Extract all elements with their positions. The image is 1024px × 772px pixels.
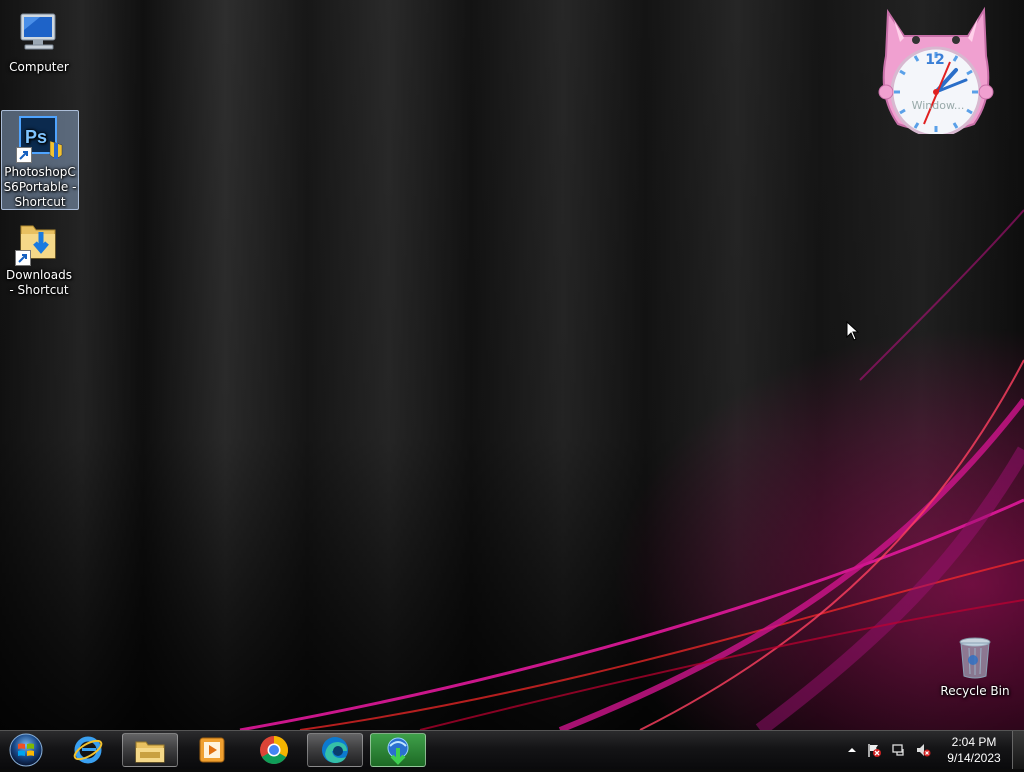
show-desktop-button[interactable] [1012,731,1024,769]
desktop-icon-label: Recycle Bin [940,684,1010,698]
recycle-bin-icon [951,634,999,682]
volume-muted-icon[interactable] [915,742,931,758]
photoshop-shortcut[interactable]: Ps PhotoshopCS6Portable - Shortcut [1,110,79,210]
recycle-bin-shortcut[interactable]: Recycle Bin [937,630,1013,699]
desktop-icon-label: Downloads - Shortcut [6,268,72,297]
media-player-icon [199,737,225,763]
computer-icon-shortcut[interactable]: Computer [1,6,77,75]
clock-gadget-twelve: 12 [925,52,945,68]
desktop-icon-label: Computer [9,60,69,74]
taskbar-chrome[interactable] [246,733,302,767]
taskbar-edge[interactable] [307,733,363,767]
internet-explorer-icon [73,736,103,764]
clock-time: 2:04 PM [951,735,997,749]
taskbar-file-explorer[interactable] [122,733,178,767]
action-center-flag-icon[interactable] [866,742,882,758]
taskbar-download-manager[interactable] [370,733,426,767]
edge-icon [322,737,348,763]
shortcut-arrow-icon [15,250,31,266]
downloads-shortcut[interactable]: Downloads - Shortcut [1,214,77,298]
chrome-icon [260,736,288,764]
photoshop-icon: Ps [16,115,64,163]
show-hidden-icons-chevron-icon[interactable] [844,742,860,758]
svg-text:Ps: Ps [25,127,47,147]
clock-gadget-label: Window... [911,99,965,112]
desktop-icon-label: PhotoshopCS6Portable - Shortcut [3,165,77,209]
downloads-folder-icon [15,218,63,266]
clock-gadget[interactable] [874,6,998,138]
taskbar-media-player[interactable] [184,733,240,767]
taskbar-internet-explorer[interactable] [60,733,116,767]
shortcut-arrow-icon [16,147,32,163]
network-icon[interactable] [891,742,907,758]
mouse-cursor-icon [846,321,860,341]
clock-date: 9/14/2023 [947,751,1001,765]
start-button[interactable] [4,732,48,768]
desktop-wallpaper [0,0,1024,730]
download-manager-icon [387,737,409,765]
file-explorer-icon [135,741,165,763]
taskbar: 2:04 PM 9/14/2023 [0,730,1024,769]
computer-icon [15,10,63,58]
taskbar-clock[interactable]: 2:04 PM 9/14/2023 [938,734,1010,766]
